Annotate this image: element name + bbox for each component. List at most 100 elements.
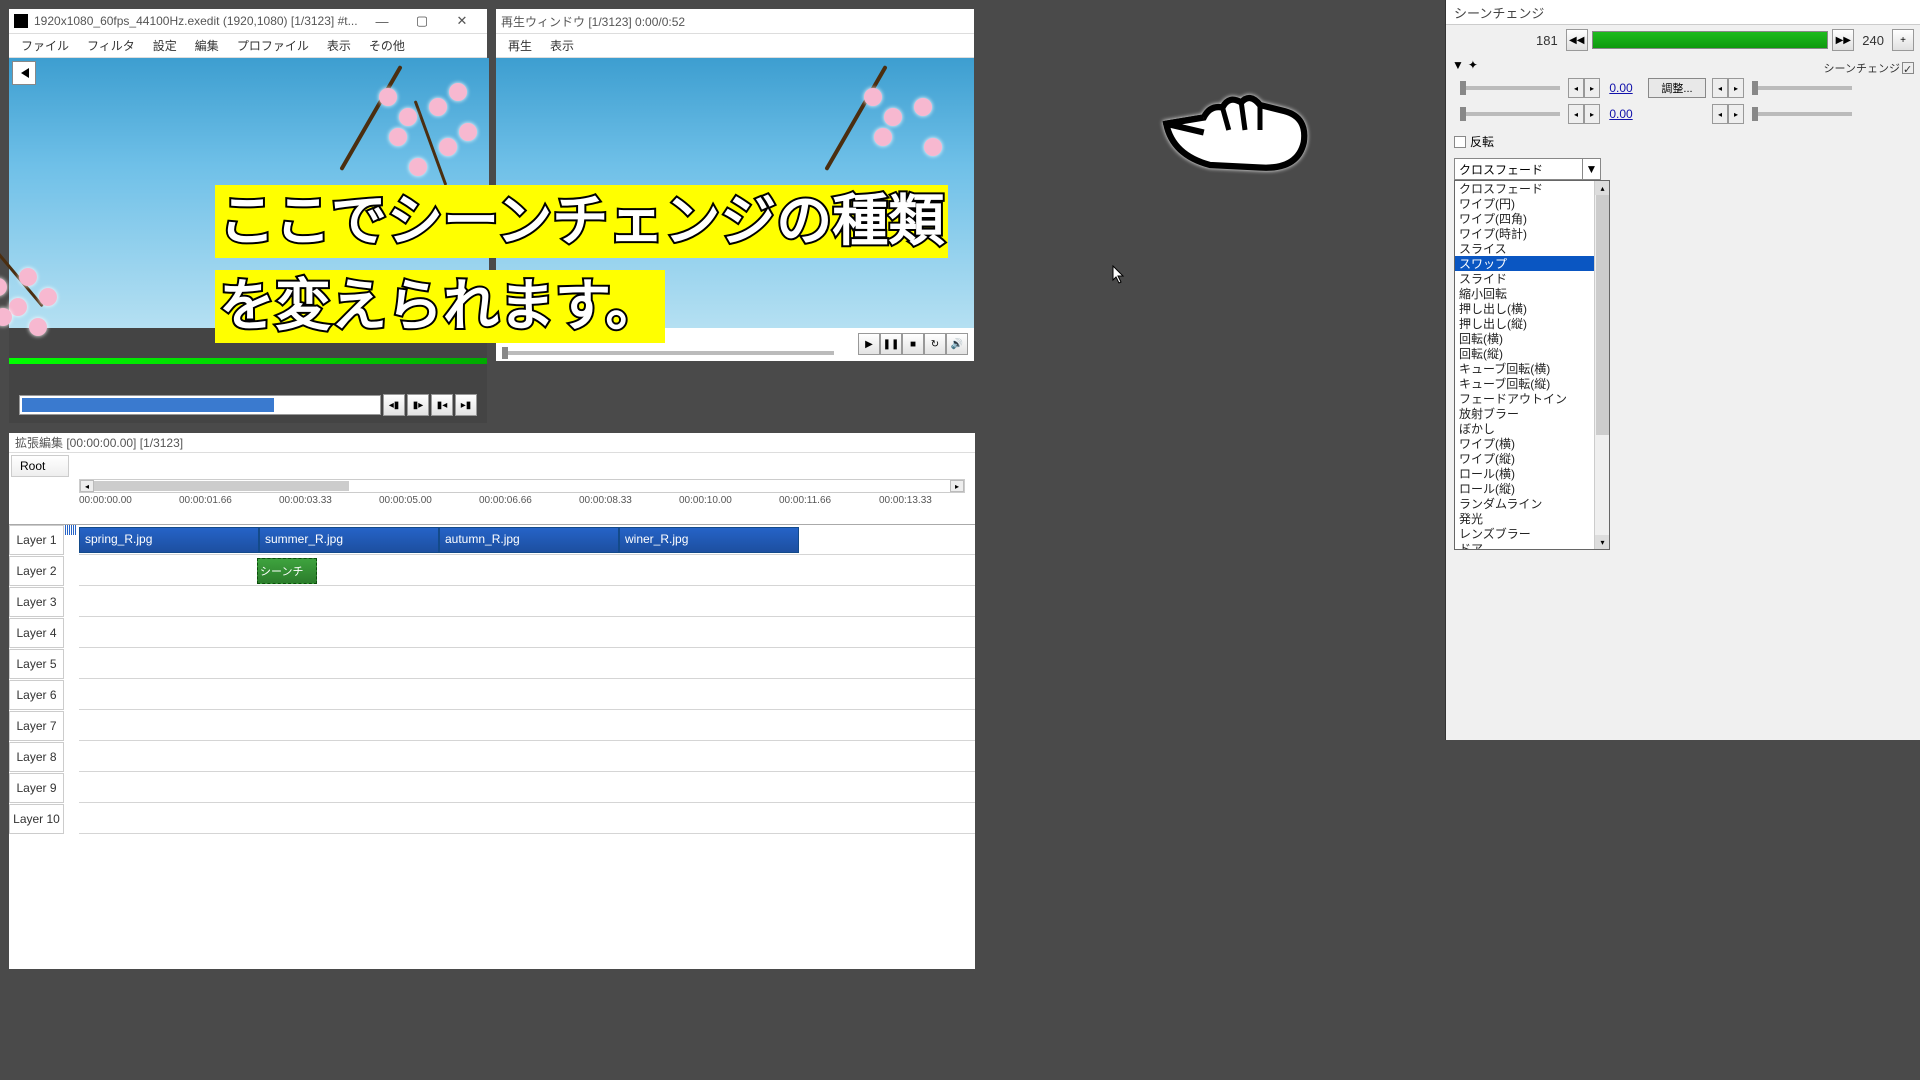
layer-row[interactable] xyxy=(79,711,975,741)
stop-button[interactable]: ■ xyxy=(902,333,924,355)
transition-option[interactable]: ドア xyxy=(1455,541,1595,550)
audio-button[interactable]: 🔊 xyxy=(946,333,968,355)
menu-settings[interactable]: 設定 xyxy=(145,34,185,57)
param1-slider[interactable] xyxy=(1460,86,1560,90)
transition-option[interactable]: スライド xyxy=(1455,271,1595,286)
playback-seek[interactable] xyxy=(502,351,834,355)
scroll-left-icon[interactable]: ◂ xyxy=(80,480,94,492)
menu-play[interactable]: 再生 xyxy=(500,34,540,57)
timeline-hscroll[interactable]: ◂ ▸ xyxy=(79,479,965,493)
scroll-up-icon[interactable]: ▴ xyxy=(1595,181,1610,195)
timeline-ruler[interactable]: 00:00:00.0000:00:01.6600:00:03.3300:00:0… xyxy=(9,495,975,525)
layer-header[interactable]: Layer 1 xyxy=(9,525,64,555)
param1b-dec[interactable]: ◂ xyxy=(1712,78,1728,98)
param2-inc[interactable]: ▸ xyxy=(1584,104,1600,124)
dropdown-icon[interactable]: ▼ xyxy=(1582,159,1600,179)
param2b-slider[interactable] xyxy=(1752,112,1852,116)
menu-file[interactable]: ファイル xyxy=(13,34,77,57)
transition-option[interactable]: 放射ブラー xyxy=(1455,406,1595,421)
reverse-row[interactable]: 反転 xyxy=(1446,127,1920,156)
layer-header[interactable]: Layer 4 xyxy=(9,618,64,648)
transition-option[interactable]: ワイプ(縦) xyxy=(1455,451,1595,466)
layer-header[interactable]: Layer 10 xyxy=(9,804,64,834)
layer-row[interactable] xyxy=(79,804,975,834)
transition-option[interactable]: ワイプ(横) xyxy=(1455,436,1595,451)
transition-option[interactable]: スライス xyxy=(1455,241,1595,256)
param2-value[interactable]: 0.00 xyxy=(1600,107,1642,121)
transition-option[interactable]: 発光 xyxy=(1455,511,1595,526)
menu-filter[interactable]: フィルタ xyxy=(79,34,143,57)
layer-header[interactable]: Layer 2 xyxy=(9,556,64,586)
menu-view[interactable]: 表示 xyxy=(319,34,359,57)
menu-profile[interactable]: プロファイル xyxy=(229,34,317,57)
timeline-clip[interactable]: summer_R.jpg xyxy=(259,527,439,553)
seek-bar[interactable] xyxy=(19,395,381,415)
layer-row[interactable] xyxy=(79,649,975,679)
transition-option[interactable]: 押し出し(縦) xyxy=(1455,316,1595,331)
param1b-slider[interactable] xyxy=(1752,86,1852,90)
menu-display[interactable]: 表示 xyxy=(542,34,582,57)
prev-frame-button[interactable]: ◂▮ xyxy=(383,394,405,416)
layer-header[interactable]: Layer 7 xyxy=(9,711,64,741)
param2b-dec[interactable]: ◂ xyxy=(1712,104,1728,124)
dropdown-scrollbar[interactable]: ▴ ▾ xyxy=(1594,181,1609,549)
timeline-clip[interactable]: winer_R.jpg xyxy=(619,527,799,553)
layer-header[interactable]: Layer 8 xyxy=(9,742,64,772)
transition-option[interactable]: スワップ xyxy=(1455,256,1595,271)
param1b-inc[interactable]: ▸ xyxy=(1728,78,1744,98)
transition-option[interactable]: クロスフェード xyxy=(1455,181,1595,196)
transition-option[interactable]: ぼかし xyxy=(1455,421,1595,436)
param-button[interactable]: 調整... xyxy=(1648,78,1706,98)
transition-option[interactable]: レンズブラー xyxy=(1455,526,1595,541)
layer-header[interactable]: Layer 5 xyxy=(9,649,64,679)
pause-button[interactable]: ❚❚ xyxy=(880,333,902,355)
menu-other[interactable]: その他 xyxy=(361,34,413,57)
param2-slider[interactable] xyxy=(1460,112,1560,116)
layer-row[interactable]: spring_R.jpgsummer_R.jpgautumn_R.jpgwine… xyxy=(79,525,975,555)
menu-edit[interactable]: 編集 xyxy=(187,34,227,57)
transition-option[interactable]: ワイプ(四角) xyxy=(1455,211,1595,226)
param1-dec[interactable]: ◂ xyxy=(1568,78,1584,98)
rewind-start-button[interactable] xyxy=(12,61,36,85)
timeline-clip[interactable]: autumn_R.jpg xyxy=(439,527,619,553)
frame-progress[interactable] xyxy=(1592,31,1829,49)
param2-dec[interactable]: ◂ xyxy=(1568,104,1584,124)
close-button[interactable]: ✕ xyxy=(442,10,482,32)
anim-icon[interactable]: ✦ xyxy=(1468,58,1478,72)
next-frame-button[interactable]: ▮▸ xyxy=(407,394,429,416)
transition-option[interactable]: 回転(横) xyxy=(1455,331,1595,346)
layer-row[interactable]: シーンチェン xyxy=(79,556,975,586)
layer-header[interactable]: Layer 3 xyxy=(9,587,64,617)
layer-row[interactable] xyxy=(79,618,975,648)
timeline-clip[interactable]: spring_R.jpg xyxy=(79,527,259,553)
reverse-checkbox[interactable] xyxy=(1454,136,1466,148)
root-button[interactable]: Root xyxy=(11,455,69,477)
maximize-button[interactable]: ▢ xyxy=(402,10,442,32)
play-button[interactable]: ▶ xyxy=(858,333,880,355)
transition-option[interactable]: 押し出し(横) xyxy=(1455,301,1595,316)
layer-row[interactable] xyxy=(79,742,975,772)
transition-option[interactable]: フェードアウトイン xyxy=(1455,391,1595,406)
minimize-button[interactable]: — xyxy=(362,10,402,32)
frame-add-button[interactable]: + xyxy=(1892,29,1914,51)
transition-option[interactable]: キューブ回転(横) xyxy=(1455,361,1595,376)
layer-header[interactable]: Layer 9 xyxy=(9,773,64,803)
layer-header[interactable]: Layer 6 xyxy=(9,680,64,710)
loop-button[interactable]: ↻ xyxy=(924,333,946,355)
transition-select[interactable]: クロスフェード ▼ xyxy=(1454,158,1601,180)
param1-inc[interactable]: ▸ xyxy=(1584,78,1600,98)
layer-row[interactable] xyxy=(79,773,975,803)
transition-option[interactable]: ワイプ(時計) xyxy=(1455,226,1595,241)
goto-end-button[interactable]: ▸▮ xyxy=(455,394,477,416)
transition-option[interactable]: ロール(縦) xyxy=(1455,481,1595,496)
scroll-right-icon[interactable]: ▸ xyxy=(950,480,964,492)
param2b-inc[interactable]: ▸ xyxy=(1728,104,1744,124)
frame-next-button[interactable]: ▶▶ xyxy=(1832,29,1854,51)
transition-option[interactable]: ランダムライン xyxy=(1455,496,1595,511)
transition-option[interactable]: キューブ回転(縦) xyxy=(1455,376,1595,391)
scroll-down-icon[interactable]: ▾ xyxy=(1595,535,1610,549)
enable-scenechange[interactable]: シーンチェンジ ✓ xyxy=(1824,60,1914,76)
scenechange-clip[interactable]: シーンチェン xyxy=(257,558,317,584)
transition-option[interactable]: ワイプ(円) xyxy=(1455,196,1595,211)
frame-prev-button[interactable]: ◀◀ xyxy=(1566,29,1588,51)
